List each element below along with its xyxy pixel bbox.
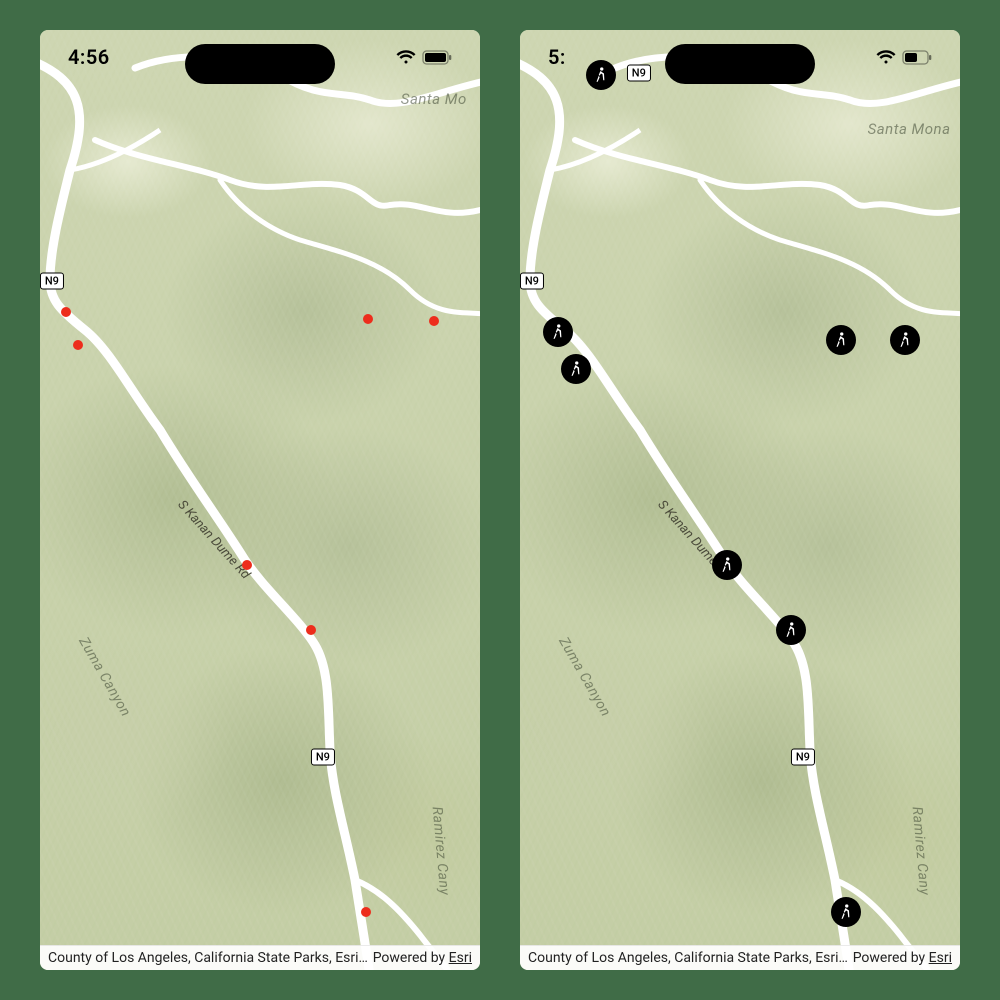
attribution-text: County of Los Angeles, California State …	[48, 950, 368, 966]
map-marker[interactable]	[306, 625, 316, 635]
map-marker[interactable]	[363, 314, 373, 324]
map-marker-hiker[interactable]	[712, 550, 742, 580]
wifi-icon	[396, 49, 416, 65]
status-time: 4:56	[68, 45, 110, 69]
hiker-icon	[718, 556, 736, 574]
map-marker-hiker[interactable]	[561, 354, 591, 384]
map-marker[interactable]	[242, 560, 252, 570]
hiker-icon	[567, 360, 585, 378]
park-label-santa-monica: Santa Mona	[868, 120, 951, 138]
phone-left: 4:56 N9 N9 S Kanan Dume Rd Santa Mo Zuma…	[40, 30, 480, 970]
map-marker-hiker[interactable]	[831, 897, 861, 927]
route-shield-n9: N9	[791, 748, 815, 765]
park-label-santa-monica: Santa Mo	[401, 90, 467, 108]
map-attribution: County of Los Angeles, California State …	[40, 945, 480, 970]
hiker-icon	[837, 903, 855, 921]
route-shield-n9: N9	[520, 272, 544, 289]
map-marker[interactable]	[429, 316, 439, 326]
attribution-powered[interactable]: Powered by Esri	[853, 950, 952, 966]
map-marker[interactable]	[361, 907, 371, 917]
battery-icon	[902, 50, 932, 65]
hiker-icon	[832, 331, 850, 349]
status-time: 5:	[548, 45, 566, 69]
map-marker[interactable]	[61, 307, 71, 317]
attribution-text: County of Los Angeles, California State …	[528, 950, 848, 966]
hiker-icon	[896, 331, 914, 349]
map-marker-hiker[interactable]	[826, 325, 856, 355]
route-shield-n9: N9	[40, 272, 64, 289]
road-lines	[520, 30, 960, 970]
phone-right: 5: N9 N9 N9 S Kanan Dume Santa Mona Zuma…	[520, 30, 960, 970]
road-lines	[40, 30, 480, 970]
dynamic-island	[185, 44, 335, 84]
dynamic-island	[665, 44, 815, 84]
battery-icon	[422, 50, 452, 65]
hiker-icon	[549, 323, 567, 341]
attribution-powered[interactable]: Powered by Esri	[373, 950, 472, 966]
map-attribution: County of Los Angeles, California State …	[520, 945, 960, 970]
status-icons	[396, 49, 452, 65]
hiker-icon	[782, 621, 800, 639]
route-shield-n9: N9	[311, 748, 335, 765]
wifi-icon	[876, 49, 896, 65]
map-marker[interactable]	[73, 340, 83, 350]
map-marker-hiker[interactable]	[543, 317, 573, 347]
map-marker-hiker[interactable]	[890, 325, 920, 355]
map-marker-hiker[interactable]	[776, 615, 806, 645]
status-icons	[876, 49, 932, 65]
